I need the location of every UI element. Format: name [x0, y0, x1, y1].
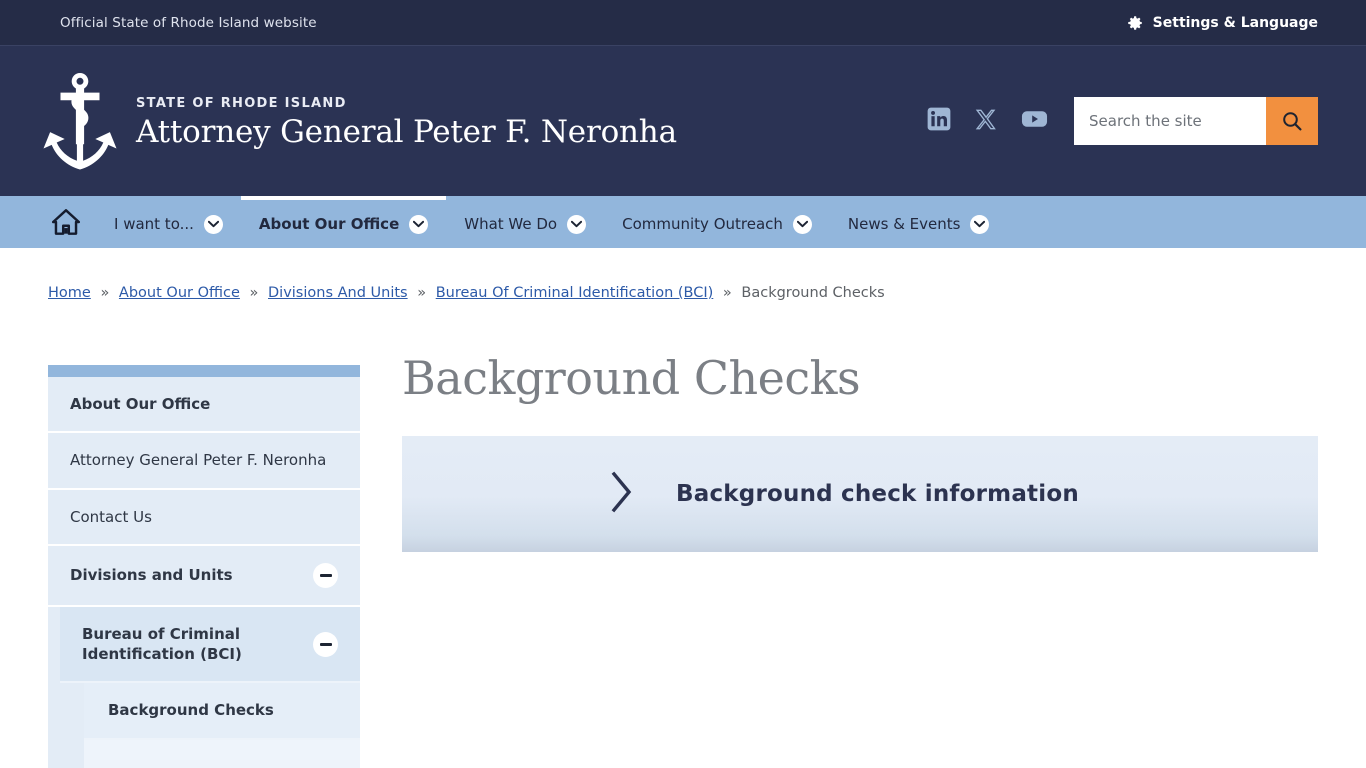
chevron-down-icon [409, 215, 428, 234]
nav-label: I want to... [114, 215, 194, 233]
breadcrumb-separator: » [412, 285, 431, 301]
nav-item-about-our-office[interactable]: About Our Office [241, 196, 446, 248]
nav-item-what-we-do[interactable]: What We Do [446, 196, 604, 248]
accordion-background-check-information[interactable]: Background check information [402, 436, 1318, 552]
gear-icon [1126, 14, 1144, 32]
site-title: Attorney General Peter F. Neronha [136, 116, 677, 149]
breadcrumb-separator: » [245, 285, 264, 301]
sidebar-item-label: Bureau of Criminal Identification (BCI) [82, 624, 303, 665]
accordion-label: Background check information [676, 481, 1079, 507]
collapse-minus-icon[interactable] [313, 563, 338, 588]
x-twitter-icon[interactable] [974, 107, 999, 136]
breadcrumb-link-bci[interactable]: Bureau Of Criminal Identification (BCI) [436, 285, 714, 301]
breadcrumb-link-about-our-office[interactable]: About Our Office [119, 285, 240, 301]
search-submit-button[interactable] [1266, 97, 1318, 145]
site-brand-link[interactable]: STATE OF RHODE ISLAND Attorney General P… [40, 69, 677, 173]
site-search [1074, 97, 1318, 145]
main-navigation: I want to... About Our Office What We Do… [0, 196, 1366, 248]
breadcrumb-separator: » [718, 285, 737, 301]
breadcrumb-link-home[interactable]: Home [48, 285, 91, 301]
sidebar-item-bureau-of-criminal-identification[interactable]: Bureau of Criminal Identification (BCI) [60, 607, 360, 684]
official-site-notice: Official State of Rhode Island website [60, 15, 317, 31]
nav-label: News & Events [848, 215, 961, 233]
sidebar-item-next[interactable] [84, 740, 360, 768]
sidebar-item-attorney-general[interactable]: Attorney General Peter F. Neronha [48, 433, 360, 489]
main-content: Background Checks Background check infor… [402, 365, 1318, 768]
chevron-down-icon [204, 215, 223, 234]
site-masthead: STATE OF RHODE ISLAND Attorney General P… [0, 46, 1366, 196]
settings-language-label: Settings & Language [1153, 15, 1318, 31]
sidebar-item-background-checks[interactable]: Background Checks [84, 683, 360, 739]
breadcrumb-current: Background Checks [741, 285, 884, 301]
sidebar-item-label: Background Checks [108, 700, 274, 720]
collapse-minus-icon[interactable] [313, 632, 338, 657]
sidebar-item-label: About Our Office [70, 394, 210, 414]
page-body: About Our Office Attorney General Peter … [0, 301, 1366, 768]
section-sidebar: About Our Office Attorney General Peter … [48, 365, 360, 768]
search-input[interactable] [1074, 97, 1266, 145]
rhode-island-anchor-logo [40, 69, 120, 173]
settings-language-button[interactable]: Settings & Language [1126, 14, 1318, 32]
nav-item-community-outreach[interactable]: Community Outreach [604, 196, 830, 248]
sidebar-item-label [108, 757, 113, 768]
breadcrumb: Home » About Our Office » Divisions And … [0, 248, 1366, 301]
top-utility-bar: Official State of Rhode Island website S… [0, 0, 1366, 46]
sidebar-top-band [48, 365, 360, 377]
sidebar-item-label: Contact Us [70, 507, 152, 527]
sidebar-item-label: Attorney General Peter F. Neronha [70, 450, 326, 470]
nav-item-news-and-events[interactable]: News & Events [830, 196, 1008, 248]
sidebar-item-about-our-office[interactable]: About Our Office [48, 377, 360, 433]
nav-label: Community Outreach [622, 215, 783, 233]
linkedin-icon[interactable] [926, 106, 952, 136]
youtube-icon[interactable] [1021, 108, 1048, 134]
brand-kicker: STATE OF RHODE ISLAND [136, 96, 677, 111]
breadcrumb-link-divisions-and-units[interactable]: Divisions And Units [268, 285, 408, 301]
sidebar-item-label: Divisions and Units [70, 565, 233, 585]
chevron-right-icon [608, 469, 636, 519]
sidebar-item-divisions-and-units[interactable]: Divisions and Units [48, 546, 360, 607]
search-icon [1280, 109, 1304, 133]
sidebar-item-contact-us[interactable]: Contact Us [48, 490, 360, 546]
chevron-down-icon [970, 215, 989, 234]
nav-label: What We Do [464, 215, 557, 233]
chevron-down-icon [567, 215, 586, 234]
breadcrumb-separator: » [95, 285, 114, 301]
nav-item-i-want-to[interactable]: I want to... [96, 196, 241, 248]
chevron-down-icon [793, 215, 812, 234]
home-icon [52, 209, 80, 239]
sidebar-menu: About Our Office Attorney General Peter … [48, 377, 360, 768]
nav-label: About Our Office [259, 215, 399, 233]
social-links [926, 106, 1048, 136]
masthead-tools [926, 97, 1318, 145]
nav-home-link[interactable] [48, 196, 96, 248]
page-title: Background Checks [402, 353, 1318, 404]
